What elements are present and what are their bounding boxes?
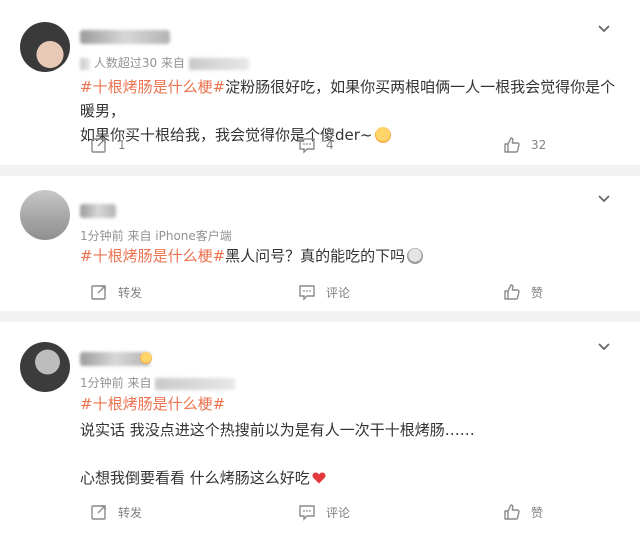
- chevron-down-icon[interactable]: [596, 20, 612, 36]
- avatar[interactable]: [20, 342, 70, 392]
- like-button[interactable]: 赞: [503, 498, 543, 526]
- repost-button[interactable]: 转发: [90, 498, 142, 526]
- comment-body: #十根烤肠是什么梗# 说实话 我没点进这个热搜前以为是有人一次干十根烤肠…… 心…: [80, 392, 616, 490]
- meta-blurred: [188, 57, 249, 70]
- username-blurred[interactable]: [80, 204, 116, 218]
- comment-icon: [299, 505, 315, 521]
- chevron-down-icon[interactable]: [596, 190, 612, 206]
- comment-button[interactable]: 评论: [298, 498, 350, 526]
- thumbs-up-icon: [504, 284, 520, 300]
- comment-button[interactable]: 评论: [298, 278, 350, 306]
- comment-feed: 人数超过30 来自 #十根烤肠是什么梗#淀粉肠很好吃，如果你买两根咱俩一人一根我…: [0, 0, 640, 542]
- like-button[interactable]: 32: [503, 131, 546, 159]
- repost-label: 转发: [118, 285, 143, 300]
- chevron-down-icon[interactable]: [596, 338, 612, 354]
- repost-button[interactable]: 1: [90, 131, 126, 159]
- repost-count: 1: [118, 138, 126, 152]
- sticker-emoji-icon: [407, 248, 424, 264]
- meta-text: 1分钟前 来自: [80, 376, 152, 390]
- comment-text: 黑人问号？真的能吃的下吗: [225, 247, 406, 265]
- comment-count: 4: [326, 138, 334, 152]
- thumbs-up-icon: [504, 504, 520, 520]
- repost-icon: [91, 138, 106, 153]
- like-count: 32: [531, 138, 547, 152]
- comment-text: 说实话 我没点进这个热搜前以为是有人一次干十根烤肠……: [80, 421, 475, 439]
- meta-text: 1分钟前 来自 iPhone客户端: [80, 229, 232, 243]
- comment-meta: 人数超过30 来自: [80, 54, 249, 71]
- meta-text: 人数超过30 来自: [93, 56, 185, 70]
- hashtag-link[interactable]: #十根烤肠是什么梗#: [80, 78, 225, 96]
- comment-button[interactable]: 4: [298, 131, 334, 159]
- comment-icon: [299, 285, 315, 301]
- like-label: 赞: [531, 285, 544, 300]
- meta-blurred: [155, 377, 236, 390]
- comment-label: 评论: [326, 505, 351, 520]
- repost-icon: [91, 505, 106, 520]
- like-button[interactable]: 赞: [503, 278, 543, 306]
- comment-label: 评论: [326, 285, 351, 300]
- repost-label: 转发: [118, 505, 143, 520]
- repost-icon: [91, 285, 106, 300]
- username-blurred[interactable]: [80, 30, 170, 44]
- avatar[interactable]: [20, 22, 70, 72]
- like-label: 赞: [531, 505, 544, 520]
- repost-button[interactable]: 转发: [90, 278, 142, 306]
- comment-text: 心想我倒要看看 什么烤肠这么好吃: [80, 469, 310, 487]
- comment-card: 1分钟前 来自 iPhone客户端 #十根烤肠是什么梗#黑人问号？真的能吃的下吗…: [0, 176, 640, 311]
- comment-body: #十根烤肠是什么梗#黑人问号？真的能吃的下吗: [80, 244, 616, 268]
- comment-meta: 1分钟前 来自: [80, 374, 236, 391]
- comment-card: 人数超过30 来自 #十根烤肠是什么梗#淀粉肠很好吃，如果你买两根咱俩一人一根我…: [0, 0, 640, 165]
- hashtag-link[interactable]: #十根烤肠是什么梗#: [80, 247, 225, 265]
- comment-card: 1分钟前 来自 #十根烤肠是什么梗# 说实话 我没点进这个热搜前以为是有人一次干…: [0, 322, 640, 542]
- avatar[interactable]: [20, 190, 70, 240]
- hashtag-link[interactable]: #十根烤肠是什么梗#: [80, 395, 225, 413]
- action-bar: 转发 评论 赞: [0, 498, 640, 526]
- action-bar: 转发 评论 赞: [0, 278, 640, 306]
- comment-icon: [299, 138, 315, 154]
- thumbs-up-icon: [504, 137, 520, 153]
- action-bar: 1 4 32: [0, 131, 640, 159]
- meta-blurred: [80, 57, 90, 70]
- badge-emoji-icon: [140, 352, 152, 364]
- heart-icon: [312, 472, 326, 484]
- comment-meta: 1分钟前 来自 iPhone客户端: [80, 227, 232, 244]
